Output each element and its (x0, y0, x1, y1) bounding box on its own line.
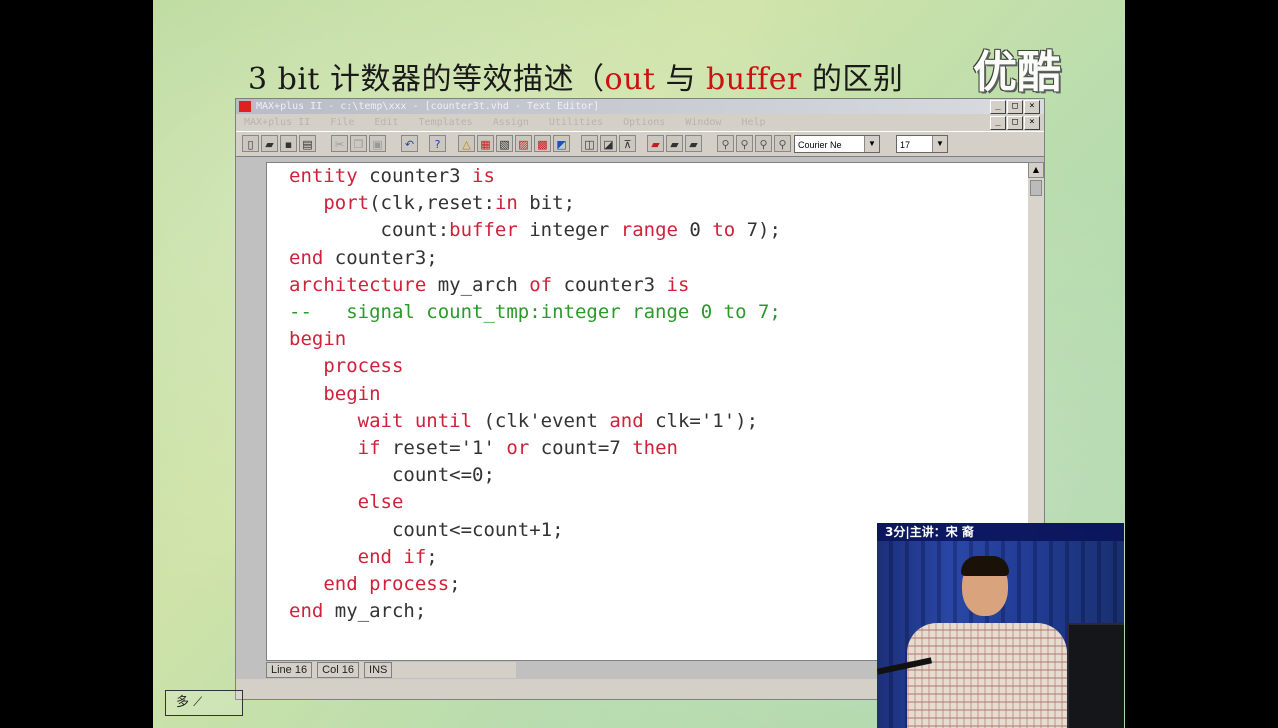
save-icon[interactable]: ▪ (280, 135, 297, 152)
scroll-up-icon[interactable]: ▲ (1028, 162, 1044, 178)
scroll-thumb[interactable] (1030, 180, 1042, 196)
font-name-select[interactable]: Courier Ne ▼ (794, 135, 880, 153)
menu-edit[interactable]: Edit (374, 117, 398, 128)
menubar: MAX+plus II File Edit Templates Assign U… (236, 114, 1044, 131)
symbol-icon[interactable]: ◪ (600, 135, 617, 152)
lecturer-video: 3分|主讲：宋 裔 (877, 523, 1124, 728)
title-out: out (604, 62, 656, 97)
open-hierarchy-icon[interactable]: ◫ (581, 135, 598, 152)
chevron-down-icon: ▼ (864, 136, 879, 152)
programmer-icon[interactable]: ◩ (553, 135, 570, 152)
doc-close-button[interactable]: × (1024, 116, 1040, 130)
find-error-icon[interactable]: ⚲ (755, 135, 772, 152)
project-save-simulate-icon[interactable]: ▰ (685, 135, 702, 152)
menu-file[interactable]: File (330, 117, 354, 128)
window-titlebar: MAX+plus II - c:\temp\xxx - [counter3t.v… (236, 99, 1044, 114)
slide-nav-button[interactable]: 多 ⟋ (165, 690, 243, 716)
nav-label: 多 (176, 695, 190, 710)
font-size-value: 17 (900, 140, 911, 150)
chevron-down-icon: ▼ (932, 136, 947, 152)
slide-title: 3 bit 计数器的等效描述（out 与 buffer 的区别 (248, 54, 903, 98)
menu-help[interactable]: Help (741, 117, 765, 128)
find-icon[interactable]: ⚲ (717, 135, 734, 152)
doc-restore-button[interactable]: □ (1007, 116, 1023, 130)
doc-minimize-button[interactable]: _ (990, 116, 1006, 130)
waveform-icon[interactable]: ⊼ (619, 135, 636, 152)
close-button[interactable]: × (1024, 100, 1040, 114)
help-pointer-icon[interactable]: ? (429, 135, 446, 152)
maximize-button[interactable]: □ (1007, 100, 1023, 114)
status-line: Line 16 (266, 662, 313, 678)
font-name-value: Courier Ne (798, 140, 842, 150)
shirt-pattern (907, 623, 1067, 728)
floorplan-icon[interactable]: ▦ (477, 135, 494, 152)
hierarchy-icon[interactable]: △ (458, 135, 475, 152)
font-size-select[interactable]: 17 ▼ (896, 135, 948, 153)
locate-icon[interactable]: ⚲ (774, 135, 791, 152)
timing-icon[interactable]: ▩ (534, 135, 551, 152)
undo-icon[interactable]: ↶ (401, 135, 418, 152)
simulator-icon[interactable]: ▨ (515, 135, 532, 152)
paste-icon[interactable]: ▣ (369, 135, 386, 152)
copy-icon[interactable]: ❐ (350, 135, 367, 152)
menu-assign[interactable]: Assign (493, 117, 529, 128)
app-icon (239, 101, 251, 112)
video-caption: 3分|主讲：宋 裔 (877, 523, 1124, 541)
status-mode: INS (364, 662, 393, 678)
compiler-icon[interactable]: ▧ (496, 135, 513, 152)
menu-templates[interactable]: Templates (419, 117, 473, 128)
menu-window[interactable]: Window (685, 117, 721, 128)
code-text: entity counter3 is port(clk,reset:in bit… (289, 165, 781, 623)
menu-options[interactable]: Options (623, 117, 665, 128)
status-bar: Line 16 Col 16 INS (266, 662, 516, 678)
lecturer-hair (961, 556, 1009, 576)
title-part: 的区别 (801, 62, 904, 97)
watermark-logo: 优酷 (973, 47, 1061, 98)
title-buffer: buffer (706, 62, 802, 97)
minimize-button[interactable]: _ (990, 100, 1006, 114)
project-save-compile-icon[interactable]: ▰ (666, 135, 683, 152)
new-file-icon[interactable]: ▯ (242, 135, 259, 152)
menu-utilities[interactable]: Utilities (549, 117, 603, 128)
cut-icon[interactable]: ✂ (331, 135, 348, 152)
window-title: MAX+plus II - c:\temp\xxx - [counter3t.v… (256, 101, 600, 112)
open-folder-icon[interactable]: ▰ (261, 135, 278, 152)
print-icon[interactable]: ▤ (299, 135, 316, 152)
title-part: 与 (655, 62, 707, 97)
title-part: 3 bit 计数器的等效描述（ (248, 62, 605, 97)
monitor (1067, 623, 1124, 728)
menu-maxplus[interactable]: MAX+plus II (244, 117, 310, 128)
find-node-icon[interactable]: ⚲ (736, 135, 753, 152)
status-col: Col 16 (317, 662, 359, 678)
project-save-check-icon[interactable]: ▰ (647, 135, 664, 152)
toolbar: ▯ ▰ ▪ ▤ ✂ ❐ ▣ ↶ ? △ ▦ ▧ ▨ ▩ ◩ ◫ ◪ ⊼ ▰ ▰ … (236, 131, 1044, 157)
